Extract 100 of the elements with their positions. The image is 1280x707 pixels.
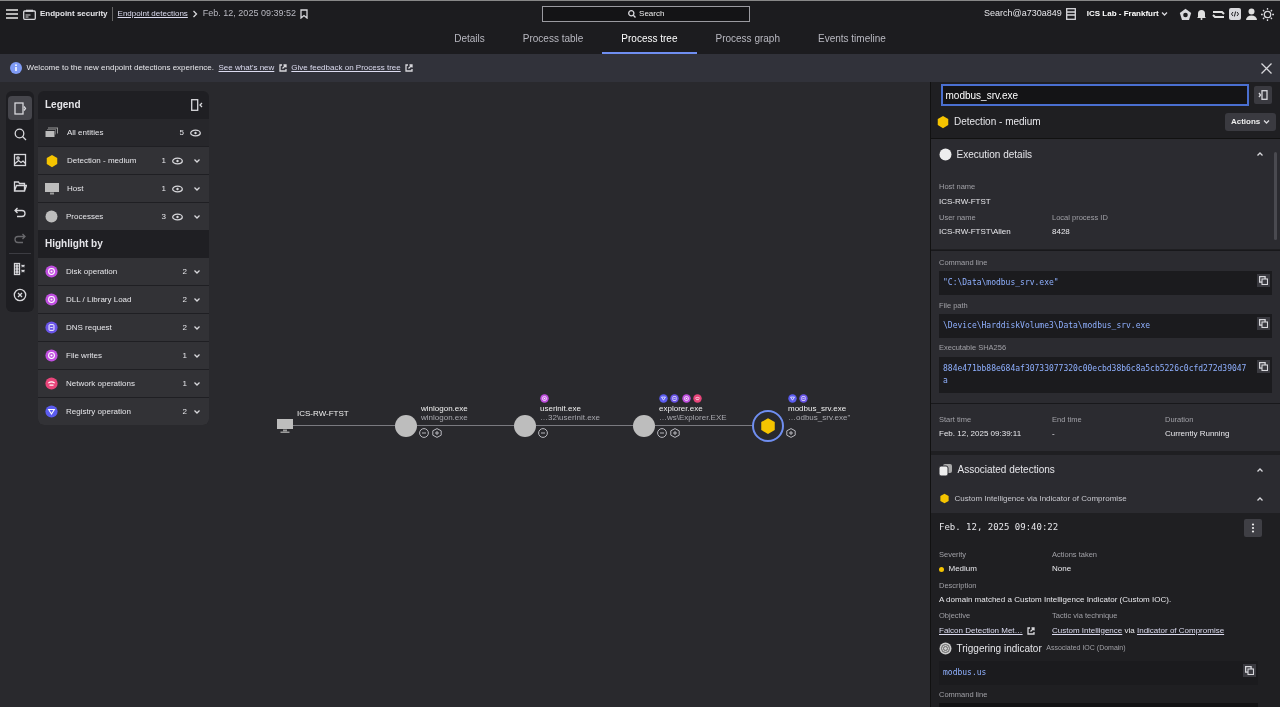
technique-link[interactable]: Custom Intelligence bbox=[1052, 625, 1123, 635]
banner-link[interactable]: Give feedback on Process tree bbox=[291, 62, 401, 74]
collapse-panel-icon[interactable] bbox=[191, 98, 203, 111]
node-path: …ws\Explorer.EXE bbox=[659, 414, 728, 423]
collapse-button[interactable] bbox=[419, 428, 430, 439]
field-value: 8428 bbox=[1052, 226, 1071, 239]
copy-icon[interactable] bbox=[1257, 359, 1270, 373]
chevron-down-icon[interactable] bbox=[193, 323, 201, 332]
swap-icon[interactable] bbox=[1211, 8, 1225, 20]
radar-icon bbox=[939, 642, 952, 655]
legend-label: Registry operation bbox=[66, 405, 132, 418]
eye-icon[interactable] bbox=[172, 184, 183, 193]
field-value: A domain matched a Custom Intelligence Indicator (Custom IOC). bbox=[939, 593, 1173, 606]
legend-count: 2 bbox=[181, 405, 187, 418]
process-node[interactable] bbox=[633, 414, 655, 437]
objective-link[interactable]: Falcon Detection Met… bbox=[939, 624, 1023, 637]
legend-title: Legend bbox=[45, 98, 81, 112]
technique-link[interactable]: Indicator of Compromise bbox=[1136, 625, 1225, 635]
legend-label: Disk operation bbox=[66, 265, 119, 278]
user-name: Search@a730a849 bbox=[984, 7, 1062, 21]
copy-icon[interactable] bbox=[1257, 316, 1270, 330]
legend-label: Host bbox=[67, 182, 85, 195]
legend-label: DNS request bbox=[66, 321, 113, 334]
tenant-dropdown[interactable]: ICS Lab - Frankfurt bbox=[1086, 8, 1168, 20]
banner-link[interactable]: See what's new bbox=[218, 62, 275, 74]
search-field[interactable]: modbus_srv.exe bbox=[940, 84, 1249, 107]
legend-label: Processes bbox=[66, 210, 105, 223]
caret-icon bbox=[1262, 118, 1270, 125]
tab[interactable]: Events timeline bbox=[799, 25, 905, 54]
legend-count: 2 bbox=[181, 321, 187, 334]
expand-button[interactable] bbox=[669, 428, 680, 439]
collapse-button[interactable] bbox=[538, 428, 549, 439]
eye-icon[interactable] bbox=[172, 156, 183, 165]
search-button[interactable]: Search bbox=[542, 6, 751, 22]
chevron-down-icon[interactable] bbox=[193, 379, 201, 388]
legend-count: 2 bbox=[181, 293, 187, 306]
chevron-right-icon bbox=[192, 10, 199, 18]
circle-icon bbox=[939, 147, 952, 161]
indicator-title: Triggering indicator bbox=[956, 642, 1042, 656]
expand-button[interactable] bbox=[786, 428, 797, 439]
legend-label: File writes bbox=[66, 349, 103, 362]
close-icon[interactable] bbox=[1261, 62, 1272, 74]
actions-button[interactable]: Actions bbox=[1224, 112, 1276, 131]
chevron-down-icon[interactable] bbox=[193, 351, 201, 360]
chevron-down-icon[interactable] bbox=[193, 407, 201, 416]
chevron-down-icon[interactable] bbox=[193, 156, 201, 165]
process-node[interactable] bbox=[514, 414, 536, 437]
more-options-icon[interactable] bbox=[1244, 518, 1262, 537]
collapse-button[interactable] bbox=[657, 428, 668, 439]
user-icon[interactable] bbox=[1245, 8, 1257, 20]
node-name: explorer.exe bbox=[659, 405, 704, 415]
breadcrumb-link[interactable]: Endpoint detections bbox=[117, 8, 188, 20]
copy-icon[interactable] bbox=[1257, 274, 1270, 287]
tab[interactable]: Process graph bbox=[696, 25, 799, 54]
panel-toggle-icon[interactable] bbox=[8, 96, 32, 120]
chevron-down-icon[interactable] bbox=[193, 212, 201, 221]
legend-label: Detection - medium bbox=[67, 154, 138, 167]
panel-toggle-icon[interactable] bbox=[1253, 86, 1272, 105]
process-node[interactable] bbox=[395, 414, 417, 437]
cubes-icon bbox=[939, 463, 953, 476]
detection-node[interactable] bbox=[752, 409, 784, 442]
tactic-text: Custom Intelligence via Indicator of Compromise bbox=[1052, 624, 1225, 637]
code-icon[interactable] bbox=[1229, 8, 1241, 20]
circle-icon bbox=[45, 210, 58, 223]
detection-title: Custom Intelligence via Indicator of Compromise bbox=[954, 492, 1128, 505]
external-link-icon[interactable] bbox=[405, 64, 414, 72]
eye-icon[interactable] bbox=[172, 212, 183, 221]
detection-timestamp: Feb. 12, 2025 09:40:22 bbox=[939, 521, 1059, 534]
monitor-icon[interactable] bbox=[277, 418, 293, 433]
field-value: ICS-RW-FTST bbox=[939, 195, 991, 208]
eye-icon[interactable] bbox=[190, 128, 201, 137]
scrollbar-thumb[interactable] bbox=[1274, 152, 1277, 240]
bell-icon[interactable] bbox=[1196, 8, 1207, 20]
chevron-down-icon[interactable] bbox=[193, 184, 201, 193]
legend-count: 2 bbox=[181, 265, 187, 278]
code-value: \Device\HarddiskVolume3\Data\modbus_srv.exe bbox=[943, 320, 1151, 330]
field-value: Feb. 12, 2025 09:39:11 bbox=[939, 428, 1023, 441]
expand-button[interactable] bbox=[431, 428, 442, 439]
bookmark-icon[interactable] bbox=[300, 9, 309, 19]
node-name: ICS-RW-FTST bbox=[297, 410, 350, 419]
legend-count: 1 bbox=[160, 154, 166, 167]
highlight-title: Highlight by bbox=[45, 237, 103, 251]
hexagon-icon bbox=[45, 153, 59, 168]
badge-icon[interactable] bbox=[1178, 7, 1192, 21]
field-value: Currently Running bbox=[1165, 428, 1230, 441]
chevron-down-icon[interactable] bbox=[193, 267, 201, 276]
external-link-icon[interactable] bbox=[1027, 626, 1036, 635]
copy-icon[interactable] bbox=[1243, 663, 1256, 677]
node-name: modbus_srv.exe bbox=[788, 405, 848, 415]
sun-icon[interactable] bbox=[1261, 7, 1274, 21]
external-link-icon[interactable] bbox=[278, 64, 287, 72]
chevron-down-icon[interactable] bbox=[193, 295, 201, 304]
legend-label: DLL / Library Load bbox=[66, 293, 133, 306]
legend-count: 1 bbox=[181, 377, 187, 390]
tab[interactable]: Details bbox=[435, 25, 504, 54]
monitor-icon bbox=[45, 182, 59, 195]
tab[interactable]: Process table bbox=[503, 25, 603, 54]
menu-icon[interactable] bbox=[6, 9, 18, 19]
list-icon[interactable] bbox=[1066, 8, 1077, 20]
field-value: None bbox=[1052, 563, 1073, 575]
